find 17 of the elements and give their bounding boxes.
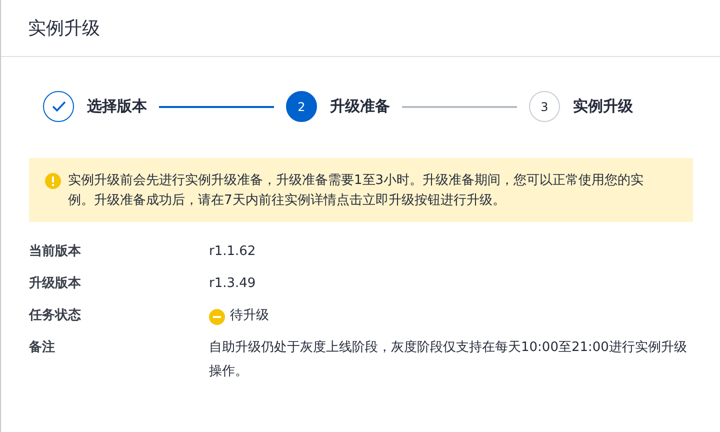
step-label: 实例升级 [573,97,633,116]
dialog-title: 实例升级 [28,17,100,40]
field-value: 待升级 [230,307,269,325]
check-icon [52,101,66,112]
field-value: 自助升级仍处于灰度上线阶段，灰度阶段仅支持在每天10:00至21:00进行实例升级操作。 [209,339,688,381]
field-label: 当前版本 [29,243,82,261]
field-label: 升级版本 [29,275,82,293]
step-number: 3 [540,100,548,114]
step-label: 选择版本 [87,97,147,116]
field-label: 任务状态 [29,307,82,325]
field-value: r1.1.62 [209,243,257,261]
step-label: 升级准备 [330,97,390,116]
field-value: r1.3.49 [209,275,257,293]
warning-icon [45,173,61,189]
warning-text: 实例升级前会先进行实例升级准备，升级准备需要1至3小时。升级准备期间，您可以正常使用您的实例。升级准备成功后，请在7天内前往实例详情点击立即升级按钮进行升级。 [68,172,645,210]
field-label: 备注 [29,338,56,357]
step-number: 2 [298,100,306,114]
